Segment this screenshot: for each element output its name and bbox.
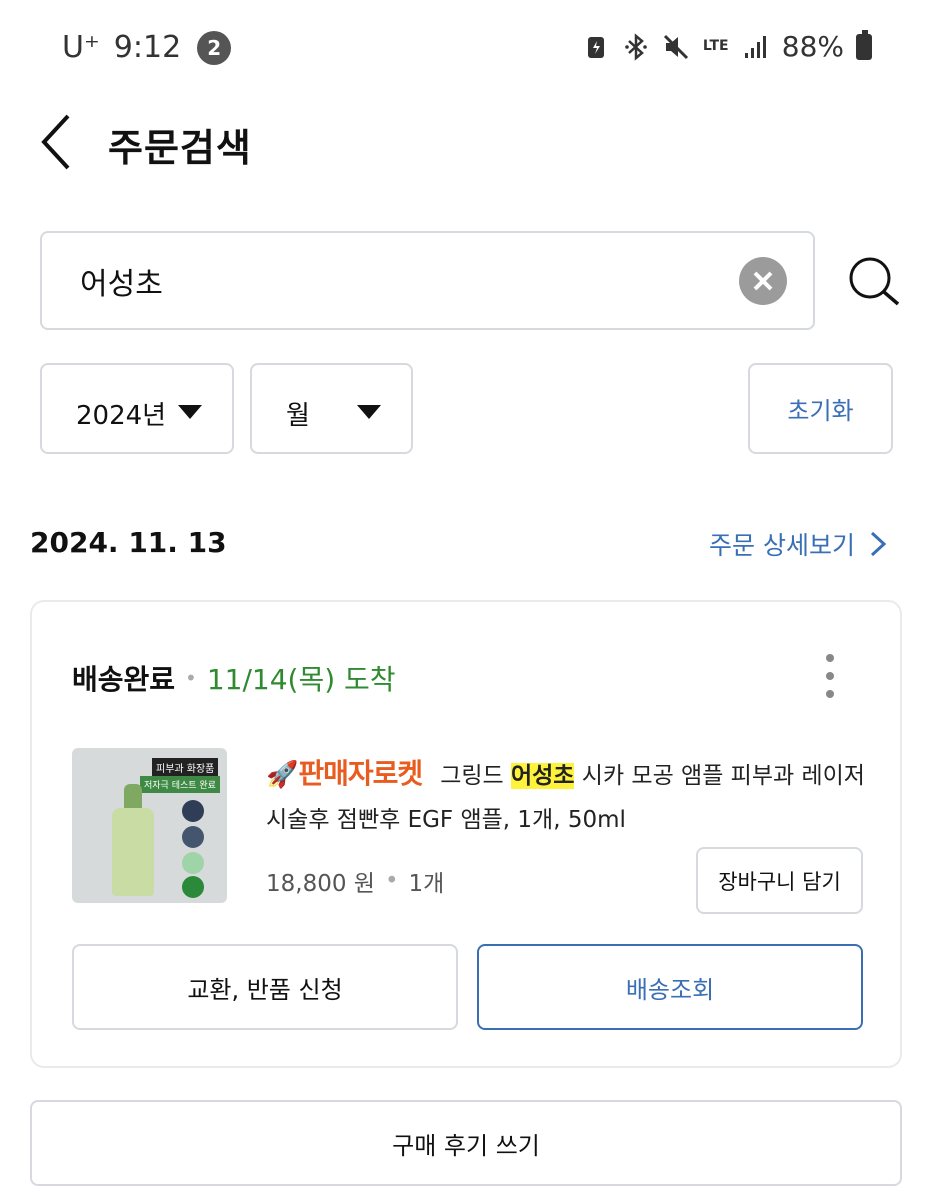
- order-date: 2024. 11. 13: [30, 526, 227, 559]
- product-name-pre: 그링드: [440, 763, 504, 789]
- bluetooth-icon: [622, 32, 650, 62]
- search-icon: [849, 257, 900, 306]
- reset-button[interactable]: 초기화: [748, 363, 893, 454]
- bottle-shape: [112, 808, 154, 896]
- page-title: 주문검색: [108, 126, 252, 170]
- header: 주문검색: [0, 105, 932, 175]
- search-box: [40, 231, 815, 330]
- add-to-cart-button[interactable]: 장바구니 담기: [696, 847, 863, 914]
- order-detail-label: 주문 상세보기: [709, 531, 855, 560]
- status-left: U⁺ 9:12 2: [62, 30, 232, 65]
- battery-icon: [856, 29, 872, 60]
- price-row: 18,800 원 • 1개: [266, 864, 444, 898]
- badge-shape: [182, 826, 204, 848]
- product-thumbnail[interactable]: 피부과 화장품 저자극 테스트 완료: [72, 748, 227, 903]
- year-select-label: 2024년: [76, 401, 167, 431]
- clock: 9:12: [113, 30, 182, 65]
- more-vertical-icon-dot: [826, 672, 834, 680]
- thumbnail-tag-top: 피부과 화장품: [152, 758, 219, 777]
- year-select[interactable]: 2024년: [40, 363, 234, 454]
- month-select[interactable]: 월: [250, 363, 413, 454]
- delivery-status-label: 배송완료: [72, 663, 176, 696]
- seller-rocket-badge: 판매자로켓: [298, 757, 423, 790]
- badge-shape: [182, 800, 204, 822]
- badge-shape: [182, 852, 204, 874]
- separator-dot: •: [384, 868, 399, 894]
- signal-icon: [742, 32, 770, 62]
- caret-down-icon: [178, 405, 202, 419]
- status-right: LTE 88%: [582, 29, 872, 63]
- clear-search-button[interactable]: [739, 257, 787, 305]
- arrival-date: 11/14(목) 도착: [206, 663, 396, 696]
- badge-shape: [182, 876, 204, 898]
- battery-percent: 88%: [781, 30, 844, 63]
- delivery-status: 배송완료 • 11/14(목) 도착: [72, 658, 396, 698]
- caret-down-icon: [357, 405, 381, 419]
- product-price: 18,800 원: [266, 871, 375, 897]
- status-bar: U⁺ 9:12 2 LTE 88%: [0, 0, 932, 100]
- month-select-label: 월: [286, 401, 310, 431]
- product-name[interactable]: 🚀판매자로켓 그링드 어성초 시카 모공 앰플 피부과 레이저 시술후 점빤후 E…: [266, 752, 866, 842]
- product-name-highlight: 어성초: [510, 763, 575, 789]
- search-input[interactable]: [80, 259, 720, 303]
- battery-saver-icon: [582, 32, 610, 62]
- more-options-button[interactable]: [818, 654, 842, 698]
- back-button[interactable]: [36, 110, 86, 174]
- product-quantity: 1개: [408, 871, 445, 897]
- order-detail-link[interactable]: 주문 상세보기: [709, 526, 887, 562]
- notification-count-badge: 2: [197, 30, 232, 65]
- exchange-return-button[interactable]: 교환, 반품 신청: [72, 944, 458, 1030]
- thumbnail-tag-bottom: 저자극 테스트 완료: [140, 776, 220, 793]
- clear-icon: [753, 271, 773, 291]
- rocket-icon: 🚀: [266, 760, 299, 790]
- separator-dot: •: [185, 666, 197, 690]
- back-icon: [41, 114, 70, 170]
- order-card: 배송완료 • 11/14(목) 도착 피부과 화장품 저자극 테스트 완료 🚀판…: [30, 600, 902, 1068]
- chevron-right-icon: [870, 531, 887, 557]
- carrier-label: U⁺: [62, 30, 100, 65]
- network-label: LTE: [702, 38, 729, 54]
- mute-icon: [662, 32, 690, 62]
- more-vertical-icon: [826, 654, 834, 662]
- more-vertical-icon-dot: [826, 690, 834, 698]
- search-button[interactable]: [844, 252, 904, 312]
- network-type: LTE: [702, 32, 730, 62]
- track-delivery-button[interactable]: 배송조회: [477, 944, 863, 1030]
- write-review-button[interactable]: 구매 후기 쓰기: [30, 1100, 902, 1186]
